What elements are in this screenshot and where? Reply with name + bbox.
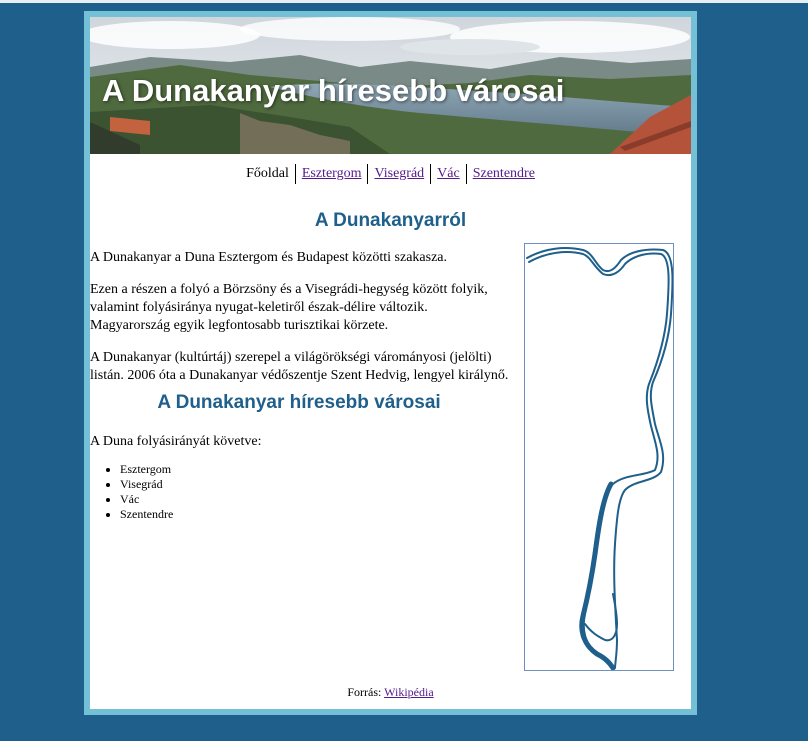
page-frame: A Dunakanyar híresebb városai Főoldal Esz… bbox=[84, 11, 697, 715]
page-content: A Dunakanyar híresebb városai Főoldal Esz… bbox=[90, 17, 691, 709]
danube-river-outline bbox=[526, 247, 674, 671]
nav-link-szentendre[interactable]: Szentendre bbox=[465, 164, 541, 184]
list-item: Visegrád bbox=[120, 477, 173, 492]
main-nav: Főoldal Esztergom Visegrád Vác Szentendre bbox=[90, 164, 691, 184]
about-heading: A Dunakanyarról bbox=[314, 210, 467, 231]
footer: Forrás: Wikipédia bbox=[90, 685, 691, 700]
about-paragraph: A Dunakanyar a Duna Esztergom és Budapes… bbox=[90, 250, 448, 265]
nav-item-fooldal: Főoldal bbox=[246, 166, 289, 181]
nav-link-visegrad[interactable]: Visegrád bbox=[367, 164, 430, 184]
nav-link-vac[interactable]: Vác bbox=[430, 164, 466, 184]
towns-heading: A Dunakanyar híresebb városai bbox=[157, 392, 441, 413]
header-banner: A Dunakanyar híresebb városai bbox=[90, 17, 691, 154]
list-item: Vác bbox=[120, 492, 173, 507]
about-paragraph: Ezen a részen a folyó a Börzsöny és a Vi… bbox=[90, 282, 488, 333]
river-map bbox=[524, 243, 674, 671]
list-item: Esztergom bbox=[120, 462, 173, 477]
towns-list: Esztergom Visegrád Vác Szentendre bbox=[90, 462, 173, 522]
about-text: A Dunakanyar a Duna Esztergom és Budapes… bbox=[90, 249, 510, 399]
towns-intro: A Duna folyásirányát követve: bbox=[90, 433, 510, 465]
towns-intro-text: A Duna folyásirányát követve: bbox=[90, 434, 262, 449]
wikipedia-link[interactable]: Wikipédia bbox=[384, 685, 434, 699]
source-label: Forrás: bbox=[347, 685, 382, 699]
about-paragraph: A Dunakanyar (kultúrtáj) szerepel a vilá… bbox=[90, 350, 509, 383]
browser-top-edge bbox=[0, 0, 808, 3]
nav-link-esztergom[interactable]: Esztergom bbox=[294, 164, 368, 184]
site-title: A Dunakanyar híresebb városai bbox=[102, 73, 565, 108]
list-item: Szentendre bbox=[120, 507, 173, 522]
